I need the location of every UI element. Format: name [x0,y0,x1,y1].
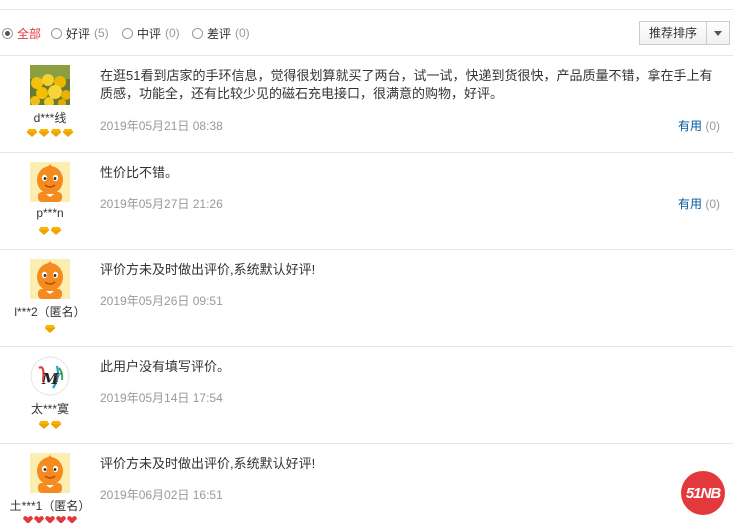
radio-icon[interactable] [192,27,203,39]
user-rank [0,516,100,523]
chevron-down-icon [714,30,722,36]
filter-all[interactable]: 全部 [2,24,41,42]
radio-icon[interactable] [51,27,62,39]
avatar[interactable] [30,65,70,105]
diamond-icon [27,129,38,137]
filter-label: 中评 [137,26,162,41]
useful-label[interactable]: 有用 [678,197,702,211]
diamond-icon [51,227,62,235]
review-date: 2019年05月21日 08:38 [100,119,223,133]
avatar[interactable]: M Y [30,356,70,396]
sort-dropdown[interactable]: 推荐排序 [639,21,730,45]
avatar[interactable] [30,453,70,493]
radio-icon[interactable] [122,27,133,39]
diamond-icon [39,227,50,235]
filter-count: (0) [165,26,180,40]
dropdown-toggle[interactable] [707,22,729,44]
useful-count: (0) [705,119,720,133]
diamond-icon [39,129,50,137]
diamond-icon [63,129,74,137]
radio-icon[interactable] [2,27,13,39]
avatar[interactable] [30,162,70,202]
heart-icon [56,516,66,523]
filter-good[interactable]: 好评 (5) [51,24,109,42]
review-date: 2019年05月27日 21:26 [100,197,223,211]
review-item: l***2（匿名） 评价方未及时做出评价,系统默认好评! 2019年05月26日… [0,250,733,346]
review-content: 在逛51看到店家的手环信息，觉得很划算就买了两台，试一试，快递到货很快，产品质量… [100,68,713,101]
username[interactable]: 土***1（匿名） [0,497,100,514]
sort-label: 推荐排序 [640,22,707,44]
user-rank [0,129,100,137]
useful-label[interactable]: 有用 [678,119,702,133]
review-item: p***n 性价比不错。 2019年05月27日 21:26 有用 (0) [0,153,733,249]
avatar[interactable] [30,259,70,299]
diamond-icon [39,421,50,429]
user-rank [0,421,100,429]
filter-count: (5) [94,26,109,40]
diamond-icon [51,129,62,137]
review-content: 性价比不错。 [100,165,179,180]
user-rank [0,227,100,235]
heart-icon [34,516,44,523]
review-content: 评价方未及时做出评价,系统默认好评! [100,262,316,277]
filter-bad[interactable]: 差评 (0) [192,24,250,42]
review-item: M Y 太***寞 此用户没有填写评价。 2019年05月14日 17:54 [0,347,733,443]
user-rank [0,325,100,333]
top-border [0,0,733,10]
svg-text:Y: Y [53,371,62,385]
useful-count: (0) [705,197,720,211]
brand-logo[interactable]: 51NB [681,471,725,515]
review-item: 土***1（匿名） 评价方未及时做出评价,系统默认好评! 2019年06月02日… [0,444,733,523]
username[interactable]: p***n [0,206,100,220]
diamond-icon [45,325,56,333]
review-date: 2019年05月26日 09:51 [100,294,223,308]
useful-button[interactable]: 有用 (0) [678,195,720,212]
username[interactable]: 太***寞 [0,400,100,417]
filter-label: 好评 [66,26,91,41]
filter-count: (0) [235,26,250,40]
review-filter-bar: 全部 好评 (5) 中评 (0) 差评 (0) [0,20,733,48]
review-item: d***线 在逛51看到店家的手环信息，觉得很划算就买了两台，试一试，快递到货很… [0,56,733,152]
review-date: 2019年06月02日 16:51 [100,488,223,502]
heart-icon [45,516,55,523]
filter-label: 全部 [17,26,42,41]
review-content: 评价方未及时做出评价,系统默认好评! [100,456,316,471]
review-content: 此用户没有填写评价。 [100,359,231,374]
logo-text: 51NB [685,484,721,502]
review-date: 2019年05月14日 17:54 [100,391,223,405]
useful-button[interactable]: 有用 (0) [678,117,720,134]
diamond-icon [51,421,62,429]
filter-label: 差评 [207,26,232,41]
username[interactable]: d***线 [0,109,100,126]
heart-icon [67,516,77,523]
heart-icon [23,516,33,523]
username[interactable]: l***2（匿名） [0,303,100,320]
filter-medium[interactable]: 中评 (0) [122,24,180,42]
